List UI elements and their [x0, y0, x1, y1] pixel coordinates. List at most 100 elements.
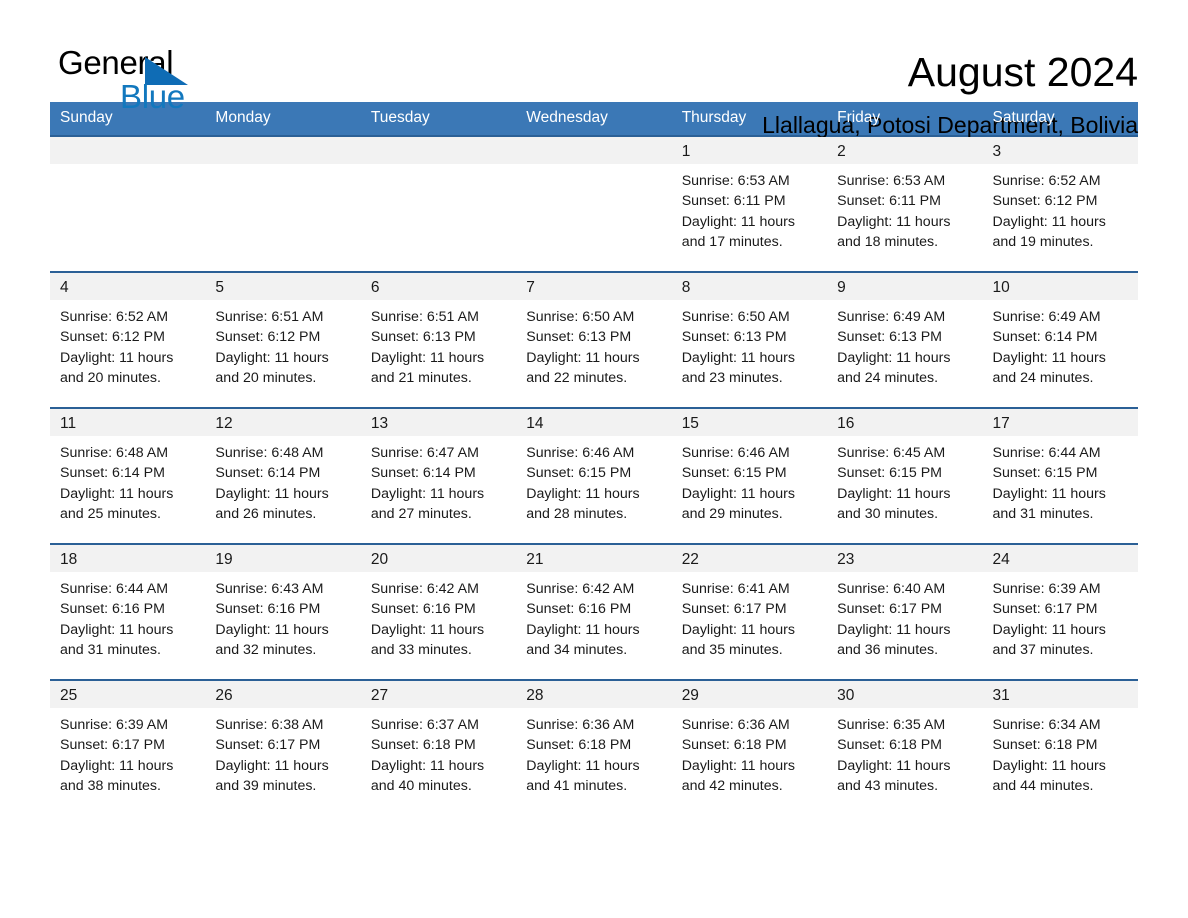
calendar-day-cell[interactable]: 28 Sunrise: 6:36 AM Sunset: 6:18 PM Dayligh… — [516, 681, 672, 815]
calendar-cell: 18 Sunrise: 6:44 AM Sunset: 6:16 PM Dayligh… — [50, 543, 206, 680]
calendar-day-cell[interactable]: 4 Sunrise: 6:52 AM Sunset: 6:12 PM Daylight… — [50, 273, 206, 407]
calendar-day-cell[interactable]: 1 Sunrise: 6:53 AM Sunset: 6:11 PM Daylight… — [671, 137, 828, 271]
calendar-day-cell[interactable]: 31 Sunrise: 6:34 AM Sunset: 6:18 PM Dayligh… — [982, 681, 1138, 815]
calendar-day-cell[interactable]: 18 Sunrise: 6:44 AM Sunset: 6:16 PM Dayligh… — [50, 545, 206, 679]
calendar-cell: 25 Sunrise: 6:39 AM Sunset: 6:17 PM Dayligh… — [50, 679, 206, 815]
calendar-day-number: 17 — [982, 409, 1138, 436]
calendar-day-number: 19 — [205, 545, 361, 572]
calendar-day-cell[interactable]: 17 Sunrise: 6:44 AM Sunset: 6:15 PM Dayligh… — [982, 409, 1138, 543]
calendar-day-cell[interactable]: 13 Sunrise: 6:47 AM Sunset: 6:14 PM Dayligh… — [360, 409, 517, 543]
calendar-page: General Blue August 2024 Llallagua, Poto… — [0, 0, 1188, 918]
calendar-day-details: Sunrise: 6:43 AM Sunset: 6:16 PM Daylight:… — [205, 572, 360, 661]
calendar-day-details: Sunrise: 6:37 AM Sunset: 6:18 PM Daylight:… — [361, 708, 516, 797]
daylight-text-line1: Daylight: 11 hours — [681, 621, 795, 638]
calendar-day-cell[interactable]: 22 Sunrise: 6:41 AM Sunset: 6:17 PM Dayligh… — [671, 545, 828, 679]
sunrise-text: Sunrise: 6:51 AM — [215, 309, 324, 325]
sunset-text: Sunset: 6:12 PM — [60, 329, 165, 346]
sunset-text: Sunset: 6:15 PM — [526, 465, 632, 482]
calendar-day-cell[interactable]: 20 Sunrise: 6:42 AM Sunset: 6:16 PM Dayligh… — [360, 545, 517, 679]
calendar-day-cell[interactable]: 10 Sunrise: 6:49 AM Sunset: 6:14 PM Dayligh… — [982, 273, 1138, 407]
calendar-day-number: 31 — [982, 681, 1138, 708]
calendar-day-cell[interactable]: 30 Sunrise: 6:35 AM Sunset: 6:18 PM Dayligh… — [827, 681, 983, 815]
calendar-day-number: 13 — [360, 409, 517, 436]
sunset-text: Sunset: 6:12 PM — [215, 329, 321, 346]
daylight-text-line1: Daylight: 11 hours — [526, 349, 640, 366]
calendar-day-cell[interactable]: 16 Sunrise: 6:45 AM Sunset: 6:15 PM Dayligh… — [827, 409, 983, 543]
sunrise-text: Sunrise: 6:52 AM — [60, 309, 169, 325]
calendar-cell — [516, 135, 672, 272]
daylight-text-line1: Daylight: 11 hours — [837, 213, 951, 230]
calendar-day-cell[interactable]: 15 Sunrise: 6:46 AM Sunset: 6:15 PM Dayligh… — [671, 409, 828, 543]
calendar-day-cell[interactable]: 25 Sunrise: 6:39 AM Sunset: 6:17 PM Dayligh… — [50, 681, 206, 815]
calendar-day-details: Sunrise: 6:35 AM Sunset: 6:18 PM Daylight:… — [827, 708, 982, 797]
calendar-day-cell[interactable]: 3 Sunrise: 6:52 AM Sunset: 6:12 PM Daylight… — [982, 137, 1138, 271]
calendar-day-details: Sunrise: 6:36 AM Sunset: 6:18 PM Daylight:… — [516, 708, 671, 797]
daylight-text-line2: and 37 minutes. — [992, 642, 1094, 659]
calendar-day-cell[interactable]: 23 Sunrise: 6:40 AM Sunset: 6:17 PM Dayligh… — [827, 545, 983, 679]
daylight-text-line2: and 25 minutes. — [60, 506, 161, 523]
calendar-day-cell[interactable]: 14 Sunrise: 6:46 AM Sunset: 6:15 PM Dayligh… — [516, 409, 672, 543]
sunrise-text: Sunrise: 6:36 AM — [681, 717, 790, 733]
sunrise-sunset-calendar: Sunday Monday Tuesday Wednesday Thursday… — [50, 102, 1138, 815]
calendar-day-cell[interactable]: 5 Sunrise: 6:51 AM Sunset: 6:12 PM Daylight… — [205, 273, 361, 407]
sunrise-text: Sunrise: 6:44 AM — [60, 581, 169, 597]
sunrise-text: Sunrise: 6:37 AM — [370, 717, 479, 733]
calendar-day-number — [516, 137, 672, 164]
sunrise-text: Sunrise: 6:53 AM — [837, 173, 946, 189]
calendar-day-number: 21 — [516, 545, 672, 572]
daylight-text-line1: Daylight: 11 hours — [992, 485, 1106, 502]
sunrise-text: Sunrise: 6:47 AM — [370, 445, 479, 461]
calendar-day-number — [360, 137, 517, 164]
sunrise-text: Sunrise: 6:34 AM — [992, 717, 1101, 733]
calendar-day-cell[interactable]: 21 Sunrise: 6:42 AM Sunset: 6:16 PM Dayligh… — [516, 545, 672, 679]
calendar-day-details: Sunrise: 6:51 AM Sunset: 6:13 PM Daylight:… — [361, 300, 516, 389]
sunset-text: Sunset: 6:14 PM — [370, 465, 476, 482]
calendar-day-cell[interactable]: 26 Sunrise: 6:38 AM Sunset: 6:17 PM Dayligh… — [205, 681, 361, 815]
calendar-cell: 6 Sunrise: 6:51 AM Sunset: 6:13 PM Daylight… — [360, 271, 517, 408]
calendar-day-details: Sunrise: 6:49 AM Sunset: 6:13 PM Daylight:… — [827, 300, 982, 389]
calendar-day-cell[interactable]: 2 Sunrise: 6:53 AM Sunset: 6:11 PM Daylight… — [827, 137, 983, 271]
calendar-day-cell[interactable]: 6 Sunrise: 6:51 AM Sunset: 6:13 PM Daylight… — [360, 273, 517, 407]
calendar-cell: 16 Sunrise: 6:45 AM Sunset: 6:15 PM Dayligh… — [827, 407, 983, 544]
daylight-text-line1: Daylight: 11 hours — [992, 757, 1106, 774]
daylight-text-line1: Daylight: 11 hours — [370, 485, 485, 502]
calendar-day-cell[interactable]: 24 Sunrise: 6:39 AM Sunset: 6:17 PM Dayligh… — [982, 545, 1138, 679]
calendar-cell: 11 Sunrise: 6:48 AM Sunset: 6:14 PM Dayligh… — [50, 407, 206, 544]
calendar-day-number — [205, 137, 361, 164]
weekday-header-tuesday: Tuesday — [360, 102, 517, 136]
sunset-text: Sunset: 6:12 PM — [992, 193, 1098, 210]
calendar-day-cell[interactable]: 19 Sunrise: 6:43 AM Sunset: 6:16 PM Dayligh… — [205, 545, 361, 679]
calendar-day-number: 28 — [516, 681, 672, 708]
sunrise-text: Sunrise: 6:39 AM — [992, 581, 1101, 597]
calendar-day-cell[interactable]: 12 Sunrise: 6:48 AM Sunset: 6:14 PM Dayligh… — [205, 409, 361, 543]
calendar-day-cell[interactable]: 29 Sunrise: 6:36 AM Sunset: 6:18 PM Dayligh… — [671, 681, 828, 815]
calendar-day-cell[interactable]: 8 Sunrise: 6:50 AM Sunset: 6:13 PM Daylight… — [671, 273, 828, 407]
daylight-text-line2: and 22 minutes. — [526, 370, 628, 387]
calendar-day-details: Sunrise: 6:53 AM Sunset: 6:11 PM Daylight:… — [672, 164, 827, 253]
calendar-week-row: 11 Sunrise: 6:48 AM Sunset: 6:14 PM Dayligh… — [50, 407, 1138, 544]
calendar-day-number: 3 — [982, 137, 1138, 164]
sunset-text: Sunset: 6:16 PM — [370, 601, 476, 618]
calendar-day-cell[interactable]: 7 Sunrise: 6:50 AM Sunset: 6:13 PM Daylight… — [516, 273, 672, 407]
sunrise-text: Sunrise: 6:42 AM — [370, 581, 479, 597]
sunset-text: Sunset: 6:14 PM — [215, 465, 321, 482]
generalblue-logo: General Blue — [50, 46, 218, 120]
calendar-day-details: Sunrise: 6:47 AM Sunset: 6:14 PM Daylight:… — [361, 436, 516, 525]
calendar-day-number: 23 — [827, 545, 983, 572]
daylight-text-line1: Daylight: 11 hours — [837, 757, 951, 774]
calendar-cell: 1 Sunrise: 6:53 AM Sunset: 6:11 PM Daylight… — [671, 135, 828, 272]
calendar-day-number: 16 — [827, 409, 983, 436]
logo-text-blue: Blue — [120, 78, 185, 115]
calendar-day-cell[interactable]: 27 Sunrise: 6:37 AM Sunset: 6:18 PM Dayligh… — [360, 681, 517, 815]
calendar-day-details: Sunrise: 6:46 AM Sunset: 6:15 PM Daylight:… — [516, 436, 671, 525]
daylight-text-line1: Daylight: 11 hours — [526, 757, 640, 774]
calendar-day-cell[interactable]: 9 Sunrise: 6:49 AM Sunset: 6:13 PM Daylight… — [827, 273, 983, 407]
sunset-text: Sunset: 6:18 PM — [526, 737, 632, 754]
sunset-text: Sunset: 6:18 PM — [681, 737, 787, 754]
daylight-text-line2: and 23 minutes. — [681, 370, 783, 387]
sunrise-text: Sunrise: 6:46 AM — [681, 445, 790, 461]
calendar-day-cell[interactable]: 11 Sunrise: 6:48 AM Sunset: 6:14 PM Dayligh… — [50, 409, 206, 543]
sunset-text: Sunset: 6:13 PM — [681, 329, 787, 346]
calendar-cell: 12 Sunrise: 6:48 AM Sunset: 6:14 PM Dayligh… — [205, 407, 361, 544]
sunset-text: Sunset: 6:17 PM — [681, 601, 787, 618]
